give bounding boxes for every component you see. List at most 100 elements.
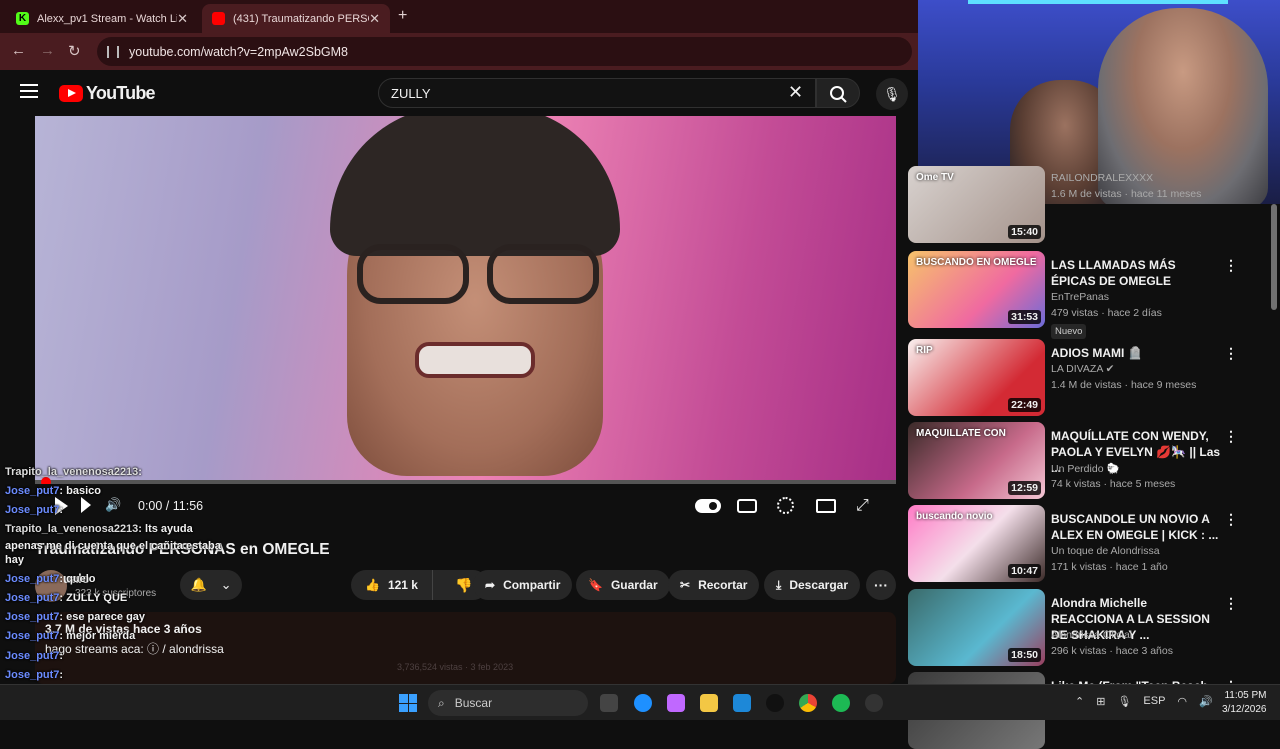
taskbar-search[interactable]: ⌕ Buscar	[428, 690, 588, 716]
more-vertical-icon[interactable]: ⋮	[1224, 428, 1238, 445]
search-input[interactable]: ZULLY	[378, 78, 816, 108]
download-icon: ⤓	[776, 577, 782, 592]
forward-icon[interactable]: →	[40, 42, 55, 59]
video-duration: 10:47	[1008, 564, 1041, 578]
chrome-icon[interactable]	[799, 694, 817, 712]
next-icon[interactable]	[81, 497, 91, 513]
video-duration: 12:59	[1008, 481, 1041, 495]
related-video-meta: 1.6 M de vistas · hace 11 meses	[1051, 188, 1202, 200]
chat-text: :	[138, 466, 142, 478]
fullscreen-icon[interactable]: ⤢	[856, 497, 876, 515]
related-video-title[interactable]: ADIOS MAMI 🪦	[1051, 345, 1221, 361]
description-tooltip: 3,736,524 vistas · 3 feb 2023	[397, 662, 514, 672]
spotify-icon[interactable]	[832, 694, 850, 712]
windows-taskbar: ⌕ Buscar ⌃ ⊞ 🎙 ESP ◠ 🔊 11:05 PM 3/12/202…	[0, 684, 1280, 720]
video-thumbnail[interactable]: 18:50	[908, 589, 1045, 666]
search-button[interactable]	[816, 78, 860, 108]
clip-label: Recortar	[698, 578, 748, 592]
reload-icon[interactable]: ↻	[68, 42, 81, 60]
related-video-meta: 1.4 M de vistas · hace 9 meses	[1051, 379, 1197, 391]
video-thumbnail[interactable]: RIP 22:49	[908, 339, 1045, 416]
microphone-icon[interactable]: 🎙	[1117, 695, 1131, 708]
back-icon[interactable]: ←	[11, 42, 26, 59]
store-icon[interactable]	[733, 694, 751, 712]
video-thumbnail[interactable]: buscando novio 10:47	[908, 505, 1045, 582]
youtube-icon	[212, 12, 225, 25]
more-vertical-icon[interactable]: ⋮	[1224, 257, 1238, 274]
like-button[interactable]: 👍 121 k	[351, 570, 433, 600]
app-icon[interactable]	[865, 694, 883, 712]
related-video-channel[interactable]: Un toque de Alondrissa	[1051, 545, 1160, 557]
related-video-channel[interactable]: RAILONDRALEXXXX	[1051, 172, 1153, 184]
autoplay-toggle[interactable]	[695, 499, 721, 513]
search-query: ZULLY	[391, 85, 431, 101]
close-icon[interactable]: ✕	[177, 11, 188, 27]
video-thumbnail[interactable]: MAQUILLATE CON 12:59	[908, 422, 1045, 499]
more-horizontal-icon: ···	[874, 577, 888, 593]
video-thumbnail[interactable]: BUSCANDO EN OMEGLE 31:53	[908, 251, 1045, 328]
clip-button[interactable]: ✂ Recortar	[668, 570, 760, 600]
related-video-channel[interactable]: LA DIVAZA ✔	[1051, 363, 1114, 375]
scissors-icon: ✂	[680, 578, 691, 592]
video-duration: 15:40	[1008, 225, 1041, 239]
wifi-icon[interactable]: ◠	[1177, 695, 1187, 708]
volume-icon[interactable]: 🔊	[105, 497, 121, 513]
thumbnail-text: Ome TV	[916, 172, 954, 183]
video-duration: 18:50	[1008, 648, 1041, 662]
tab-kick-stream[interactable]: K Alexx_pv1 Stream - Watch Live on ✕	[6, 4, 198, 33]
video-thumbnail[interactable]: Ome TV 15:40	[908, 166, 1045, 243]
file-explorer-icon[interactable]	[700, 694, 718, 712]
theater-mode-icon[interactable]	[816, 499, 836, 513]
more-vertical-icon[interactable]: ⋮	[1224, 595, 1238, 612]
menu-icon[interactable]	[20, 84, 38, 98]
youtube-logo[interactable]: YouTube	[59, 83, 156, 104]
new-tab-button[interactable]: +	[398, 7, 407, 25]
save-button[interactable]: 🔖 Guardar	[576, 570, 670, 600]
network-icon[interactable]: ⊞	[1096, 695, 1105, 708]
more-vertical-icon[interactable]: ⋮	[1224, 511, 1238, 528]
clear-search-icon[interactable]: ✕	[788, 82, 803, 103]
related-video-meta: 74 k vistas · hace 5 meses	[1051, 478, 1176, 490]
related-video-channel[interactable]: EnTrePanas	[1051, 291, 1109, 303]
share-label: Compartir	[503, 578, 561, 592]
more-vertical-icon[interactable]: ⋮	[1224, 345, 1238, 362]
sidebar-scrollbar[interactable]	[1271, 204, 1277, 310]
voice-search-button[interactable]: 🎙	[876, 78, 908, 110]
browser-tab-bar: K Alexx_pv1 Stream - Watch Live on ✕ (43…	[0, 0, 918, 33]
bookmark-icon: 🔖	[588, 578, 603, 592]
related-video-title[interactable]: LAS LLAMADAS MÁS ÉPICAS DE OMEGLE	[1051, 257, 1221, 289]
more-actions-button[interactable]: ···	[866, 570, 896, 600]
download-button[interactable]: ⤓ Descargar	[764, 570, 861, 600]
related-video-channel[interactable]: Un Perdido 🐑	[1051, 462, 1120, 475]
related-video-title[interactable]: BUSCANDOLE UN NOVIO A ALEX EN OMEGLE | K…	[1051, 511, 1221, 543]
windows-start-icon[interactable]	[399, 694, 417, 712]
chevron-up-icon[interactable]: ⌃	[1075, 695, 1084, 708]
chat-text: : ZULLY QUE	[59, 592, 128, 604]
related-video-meta: 479 vistas · hace 2 días	[1051, 307, 1162, 319]
close-icon[interactable]: ✕	[369, 11, 380, 27]
taskbar-clock[interactable]: 11:05 PM 3/12/2026	[1222, 689, 1267, 717]
volume-icon[interactable]: 🔊	[1199, 695, 1213, 708]
chat-text: : quelo	[59, 573, 96, 585]
site-info-icon[interactable]	[107, 45, 119, 58]
copilot-icon[interactable]	[667, 694, 685, 712]
related-video-channel[interactable]: Alondrissa Oficial	[1051, 629, 1132, 641]
chevron-down-icon: ⌄	[220, 577, 232, 592]
settings-gear-icon[interactable]	[777, 497, 794, 514]
subtitles-icon[interactable]	[737, 499, 757, 513]
chat-username: Jose_put7	[5, 611, 60, 623]
chat-message: Jose_put7:	[5, 669, 63, 681]
chat-text: apenas me di cuenta que el cañita estaba	[5, 540, 221, 552]
video-duration: 31:53	[1008, 310, 1041, 324]
description-box[interactable]: 3.7 M de vistas hace 3 años hago streams…	[35, 612, 896, 684]
tab-youtube-video[interactable]: (431) Traumatizando PERSONAS e ✕	[202, 4, 390, 33]
language-indicator[interactable]: ESP	[1143, 695, 1165, 708]
alienware-icon[interactable]	[766, 694, 784, 712]
task-view-icon[interactable]	[600, 694, 618, 712]
chat-username: Trapito_la_venenosa2213	[5, 466, 139, 478]
edge-icon[interactable]	[634, 694, 652, 712]
subscription-bell-button[interactable]: 🔔 ⌄	[180, 570, 242, 600]
address-bar[interactable]: youtube.com/watch?v=2mpAw2SbGM8	[97, 37, 912, 66]
share-button[interactable]: ➦ Compartir	[473, 570, 573, 600]
video-player[interactable]	[35, 116, 896, 480]
